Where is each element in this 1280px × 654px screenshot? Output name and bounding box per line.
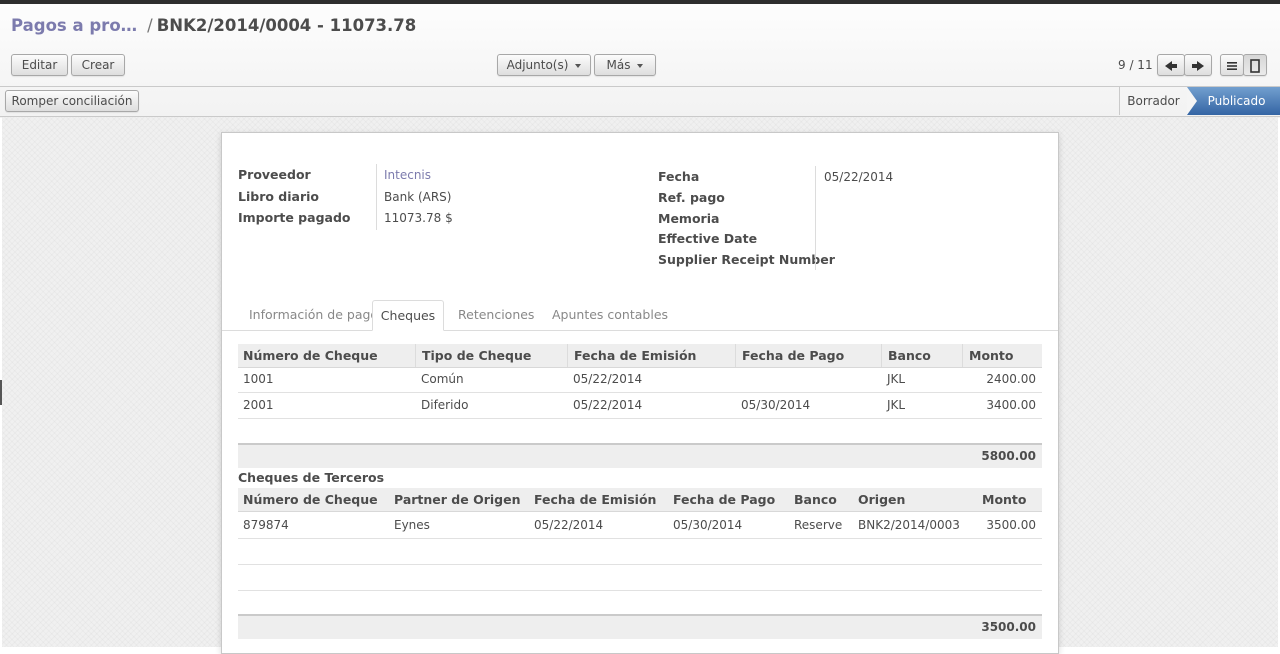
column-header[interactable]: Fecha de Emisión	[574, 344, 696, 367]
date-value: 05/22/2014	[824, 170, 894, 184]
table-header: Número de Cheque Partner de Origen Fecha…	[238, 488, 1042, 512]
checks-table: Número de Cheque Tipo de Cheque Fecha de…	[238, 344, 1042, 468]
table-header: Número de Cheque Tipo de Cheque Fecha de…	[238, 344, 1042, 368]
more-label: Más	[606, 58, 631, 72]
status-draft[interactable]: Borrador	[1120, 87, 1187, 115]
journal-value: Bank (ARS)	[384, 190, 452, 204]
control-panel: Pagos a pro… / BNK2/2014/0004 - 11073.78 E…	[0, 4, 1280, 118]
list-icon	[1227, 61, 1237, 70]
field-label-memo: Memoria	[658, 211, 720, 226]
third-party-checks-total: 3500.00	[981, 620, 1036, 634]
tab-checks[interactable]: Cheques	[372, 300, 444, 331]
field-label-payment-ref: Ref. pago	[658, 190, 725, 205]
payment-date: 05/30/2014	[741, 398, 811, 412]
bank: JKL	[887, 372, 906, 386]
table-row[interactable]: 2001 Diferido 05/22/2014 05/30/2014 JKL …	[238, 393, 1042, 419]
column-header[interactable]: Origen	[858, 488, 905, 511]
field-label-amount: Importe pagado	[238, 210, 351, 225]
breadcrumb: Pagos a pro… / BNK2/2014/0004 - 11073.78	[11, 16, 416, 35]
list-view-button[interactable]	[1220, 54, 1244, 76]
arrow-right-icon	[1192, 58, 1204, 72]
checks-total: 5800.00	[981, 449, 1036, 463]
create-button[interactable]: Crear	[71, 54, 125, 76]
statusbar: Borrador Publicado	[1119, 87, 1280, 115]
column-separator	[567, 344, 568, 367]
table-footer: 5800.00	[238, 443, 1042, 468]
issue-date: 05/22/2014	[534, 518, 604, 532]
amount: 2400.00	[986, 372, 1036, 386]
breadcrumb-current: BNK2/2014/0004 - 11073.78	[156, 16, 417, 35]
amount-value: 11073.78 $	[384, 211, 453, 225]
breadcrumb-parent-link[interactable]: Pagos a pro…	[11, 16, 137, 35]
bank: JKL	[887, 398, 906, 412]
column-separator	[735, 344, 736, 367]
bank: Reserve	[794, 518, 843, 532]
column-header[interactable]: Banco	[794, 488, 837, 511]
column-header[interactable]: Número de Cheque	[243, 344, 378, 367]
column-header[interactable]: Banco	[888, 344, 931, 367]
third-party-checks-title: Cheques de Terceros	[238, 470, 385, 485]
more-dropdown[interactable]: Más	[594, 54, 656, 76]
table-row[interactable]: 879874 Eynes 05/22/2014 05/30/2014 Reser…	[238, 513, 1042, 539]
column-header[interactable]: Fecha de Pago	[673, 488, 775, 511]
column-header[interactable]: Monto	[969, 344, 1014, 367]
column-header[interactable]: Fecha de Pago	[742, 344, 844, 367]
form-view-button[interactable]	[1243, 54, 1267, 76]
chevron-down-icon	[575, 63, 582, 68]
field-label-date: Fecha	[658, 169, 700, 184]
field-label-supplier-receipt: Supplier Receipt Number	[658, 252, 835, 267]
column-header[interactable]: Fecha de Emisión	[534, 488, 656, 511]
table-row[interactable]: 1001 Común 05/22/2014 JKL 2400.00	[238, 367, 1042, 393]
column-separator	[415, 344, 416, 367]
attachments-dropdown[interactable]: Adjunto(s)	[497, 54, 591, 76]
third-party-checks-table: Número de Cheque Partner de Origen Fecha…	[238, 488, 1042, 639]
status-arrow	[1187, 87, 1197, 115]
column-header[interactable]: Tipo de Cheque	[422, 344, 531, 367]
check-number: 1001	[243, 372, 274, 386]
supplier-link[interactable]: Intecnis	[384, 168, 431, 182]
divider	[0, 86, 1280, 87]
attachments-label: Adjunto(s)	[506, 58, 569, 72]
field-divider	[376, 164, 377, 230]
field-label-supplier: Proveedor	[238, 167, 311, 182]
payment-date: 05/30/2014	[673, 518, 743, 532]
pager-next-button[interactable]	[1184, 54, 1212, 76]
breadcrumb-separator: /	[147, 16, 153, 35]
check-number: 2001	[243, 398, 274, 412]
form-sheet: Proveedor Libro diario Importe pagado In…	[221, 132, 1059, 654]
arrow-left-icon	[1165, 58, 1177, 72]
field-label-journal: Libro diario	[238, 189, 320, 204]
check-type: Diferido	[421, 398, 469, 412]
column-separator	[881, 344, 882, 367]
edit-button[interactable]: Editar	[11, 54, 68, 76]
table-footer: 3500.00	[238, 614, 1042, 639]
column-separator	[962, 344, 963, 367]
column-header[interactable]: Partner de Origen	[394, 488, 520, 511]
side-marker	[0, 380, 2, 405]
table-row-empty	[238, 539, 1042, 565]
check-type: Común	[421, 372, 464, 386]
pager-value[interactable]: 9 / 11	[1118, 58, 1153, 72]
column-header[interactable]: Monto	[982, 488, 1027, 511]
column-header[interactable]: Número de Cheque	[243, 488, 378, 511]
field-divider	[815, 166, 816, 270]
chevron-down-icon	[637, 63, 644, 68]
table-row-empty	[238, 565, 1042, 591]
issue-date: 05/22/2014	[573, 372, 643, 386]
break-reconcile-button[interactable]: Romper conciliación	[5, 90, 139, 112]
check-number: 879874	[243, 518, 289, 532]
notebook-tabs: Información de pago Cheques Retenciones …	[222, 300, 1058, 331]
origin-partner: Eynes	[394, 518, 430, 532]
pager-previous-button[interactable]	[1157, 54, 1185, 76]
tab-withholdings[interactable]: Retenciones	[458, 300, 534, 330]
tab-payment-info[interactable]: Información de pago	[249, 300, 378, 330]
status-posted[interactable]: Publicado	[1187, 87, 1280, 115]
tab-journal-items[interactable]: Apuntes contables	[552, 300, 668, 330]
amount: 3400.00	[986, 398, 1036, 412]
origin: BNK2/2014/0003	[858, 518, 960, 532]
field-label-effective-date: Effective Date	[658, 231, 758, 246]
issue-date: 05/22/2014	[573, 398, 643, 412]
amount: 3500.00	[986, 518, 1036, 532]
form-icon	[1250, 58, 1260, 73]
